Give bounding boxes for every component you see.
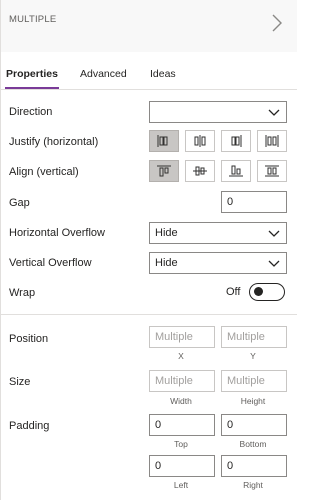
padding-right-caption: Right bbox=[243, 480, 263, 490]
padding-top-caption: Top bbox=[174, 439, 188, 449]
padding-bottom-input[interactable]: 0 bbox=[221, 414, 287, 436]
justify-center-button[interactable] bbox=[185, 130, 215, 152]
size-width-placeholder: Multiple bbox=[155, 375, 193, 387]
size-height-caption: Height bbox=[240, 396, 266, 406]
position-y-input[interactable]: Multiple bbox=[221, 326, 287, 348]
size-height-input[interactable]: Multiple bbox=[221, 370, 287, 392]
padding-bottom-value: 0 bbox=[227, 419, 234, 431]
tab-ideas[interactable]: Ideas bbox=[150, 68, 176, 80]
padding-top-input[interactable]: 0 bbox=[149, 414, 215, 436]
horizontal-overflow-dropdown[interactable]: Hide bbox=[149, 222, 287, 244]
chevron-right-icon[interactable] bbox=[271, 14, 283, 32]
position-y-caption: Y bbox=[250, 351, 256, 361]
justify-space-between-icon bbox=[265, 135, 279, 147]
padding-left-input[interactable]: 0 bbox=[149, 455, 215, 477]
align-top-button[interactable] bbox=[149, 160, 179, 182]
properties-panel: MULTIPLE Properties Advanced Ideas Direc… bbox=[0, 0, 297, 500]
chevron-down-icon bbox=[268, 260, 280, 267]
wrap-state-text: Off bbox=[226, 286, 241, 298]
horizontal-overflow-label: Horizontal Overflow bbox=[9, 227, 105, 239]
wrap-toggle[interactable] bbox=[249, 283, 285, 301]
justify-space-between-button[interactable] bbox=[257, 130, 287, 152]
gap-label: Gap bbox=[9, 197, 30, 209]
padding-top-value: 0 bbox=[155, 419, 162, 431]
chevron-down-icon bbox=[268, 109, 280, 116]
active-tab-indicator bbox=[5, 87, 59, 89]
position-x-caption: X bbox=[178, 351, 184, 361]
direction-dropdown[interactable] bbox=[149, 101, 287, 123]
padding-label: Padding bbox=[9, 420, 50, 432]
size-height-placeholder: Multiple bbox=[227, 375, 265, 387]
panel-header: MULTIPLE bbox=[1, 0, 297, 52]
position-x-input[interactable]: Multiple bbox=[149, 326, 215, 348]
gap-value: 0 bbox=[227, 196, 234, 208]
align-middle-icon bbox=[193, 166, 207, 176]
vertical-overflow-dropdown[interactable]: Hide bbox=[149, 252, 287, 274]
align-stretch-icon bbox=[265, 165, 279, 177]
justify-start-icon bbox=[157, 135, 168, 147]
position-y-placeholder: Multiple bbox=[227, 331, 265, 343]
toggle-knob bbox=[254, 287, 263, 296]
wrap-label: Wrap bbox=[9, 287, 36, 299]
padding-bottom-caption: Bottom bbox=[239, 439, 267, 449]
justify-end-icon bbox=[231, 135, 242, 147]
selection-title: MULTIPLE bbox=[9, 14, 57, 25]
align-stretch-button[interactable] bbox=[257, 160, 287, 182]
justify-label: Justify (horizontal) bbox=[9, 136, 99, 148]
align-bottom-button[interactable] bbox=[221, 160, 251, 182]
justify-center-icon bbox=[194, 135, 206, 147]
gap-input[interactable]: 0 bbox=[221, 191, 287, 213]
padding-left-caption: Left bbox=[173, 480, 189, 490]
align-label: Align (vertical) bbox=[9, 166, 79, 178]
justify-end-button[interactable] bbox=[221, 130, 251, 152]
tab-properties[interactable]: Properties bbox=[6, 68, 58, 80]
align-top-icon bbox=[157, 165, 171, 177]
vertical-overflow-value: Hide bbox=[155, 257, 178, 269]
section-divider bbox=[1, 314, 297, 315]
justify-start-button[interactable] bbox=[149, 130, 179, 152]
size-label: Size bbox=[9, 376, 31, 388]
padding-right-input[interactable]: 0 bbox=[221, 455, 287, 477]
padding-right-value: 0 bbox=[227, 460, 234, 472]
tab-advanced[interactable]: Advanced bbox=[80, 68, 127, 80]
align-bottom-icon bbox=[229, 165, 243, 177]
position-x-placeholder: Multiple bbox=[155, 331, 193, 343]
horizontal-overflow-value: Hide bbox=[155, 227, 178, 239]
padding-left-value: 0 bbox=[155, 460, 162, 472]
chevron-down-icon bbox=[268, 230, 280, 237]
position-label: Position bbox=[9, 333, 49, 345]
align-middle-button[interactable] bbox=[185, 160, 215, 182]
vertical-overflow-label: Vertical Overflow bbox=[9, 257, 92, 269]
size-width-caption: Width bbox=[170, 396, 192, 406]
size-width-input[interactable]: Multiple bbox=[149, 370, 215, 392]
direction-label: Direction bbox=[9, 106, 53, 118]
tab-bar: Properties Advanced Ideas bbox=[1, 60, 297, 90]
